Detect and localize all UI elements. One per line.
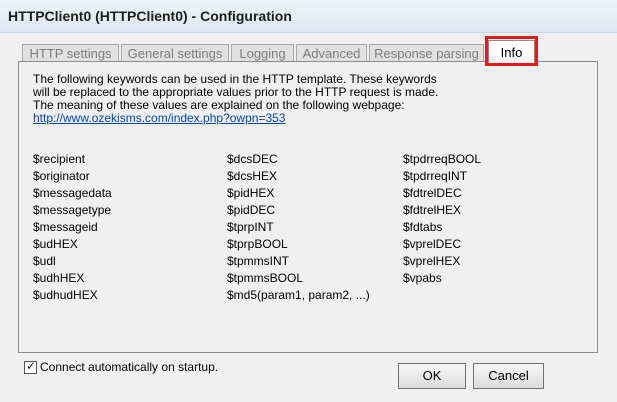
keyword-item: $messageid: [33, 220, 98, 234]
keyword-item: $recipient: [33, 152, 86, 166]
ok-button[interactable]: OK: [398, 363, 466, 389]
keyword-item: $pidDEC: [227, 203, 276, 217]
keyword-item: $tpdrreqINT: [403, 169, 468, 183]
configuration-window: HTTPClient0 (HTTPClient0) - Configuratio…: [0, 0, 617, 402]
window-title: HTTPClient0 (HTTPClient0) - Configuratio…: [8, 8, 292, 24]
keyword-item: $originator: [33, 169, 90, 183]
keyword-item: $tprpBOOL: [227, 237, 288, 251]
keyword-column-1: $recipient $originator $messagedata $mes…: [33, 151, 112, 304]
keyword-item: $tpmmsBOOL: [227, 271, 304, 285]
tab-advanced[interactable]: Advanced: [296, 44, 367, 61]
keyword-item: $tpmmsINT: [227, 254, 290, 268]
keyword-item: $messagetype: [33, 203, 112, 217]
keyword-item: $vprelDEC: [403, 237, 462, 251]
keyword-item: $dcsDEC: [227, 152, 278, 166]
keyword-item: $udhHEX: [33, 271, 85, 285]
keyword-item: $tpdrreqBOOL: [403, 152, 482, 166]
tab-logging[interactable]: Logging: [231, 44, 294, 61]
title-bar[interactable]: HTTPClient0 (HTTPClient0) - Configuratio…: [0, 0, 617, 33]
keyword-item: $dcsHEX: [227, 169, 278, 183]
tab-http-settings[interactable]: HTTP settings: [22, 44, 119, 61]
info-tab-highlight: [485, 36, 538, 66]
keyword-item: $fdtrelDEC: [403, 186, 462, 200]
keyword-column-2: $dcsDEC $dcsHEX $pidHEX $pidDEC $tprpINT…: [227, 151, 370, 304]
auto-connect-checkbox[interactable]: ✓: [24, 359, 37, 374]
keyword-item: $fdtrelHEX: [403, 203, 462, 217]
keyword-item: $vprelHEX: [403, 254, 461, 268]
keyword-item: $messagedata: [33, 186, 112, 200]
info-panel: The following keywords can be used in th…: [18, 61, 598, 353]
keyword-item: $udhudHEX: [33, 288, 98, 302]
keyword-column-3: $tpdrreqBOOL $tpdrreqINT $fdtrelDEC $fdt…: [403, 151, 481, 287]
cancel-button[interactable]: Cancel: [473, 363, 544, 389]
keyword-item: $udHEX: [33, 237, 78, 251]
info-description: The following keywords can be used in th…: [33, 73, 573, 125]
keyword-item: $vpabs: [403, 271, 442, 285]
keyword-item: $fdtabs: [403, 220, 443, 234]
keyword-item: $tprpINT: [227, 220, 274, 234]
tab-general-settings[interactable]: General settings: [121, 44, 229, 61]
info-webpage-link[interactable]: http://www.ozekisms.com/index.php?owpn=3…: [33, 112, 573, 125]
keyword-item: $udl: [33, 254, 56, 268]
tab-response-parsing[interactable]: Response parsing: [369, 44, 484, 61]
keyword-item: $pidHEX: [227, 186, 275, 200]
keyword-item: $md5(param1, param2, ...): [227, 288, 370, 302]
auto-connect-label[interactable]: Connect automatically on startup.: [40, 360, 218, 374]
checkmark-icon: ✓: [26, 359, 37, 373]
